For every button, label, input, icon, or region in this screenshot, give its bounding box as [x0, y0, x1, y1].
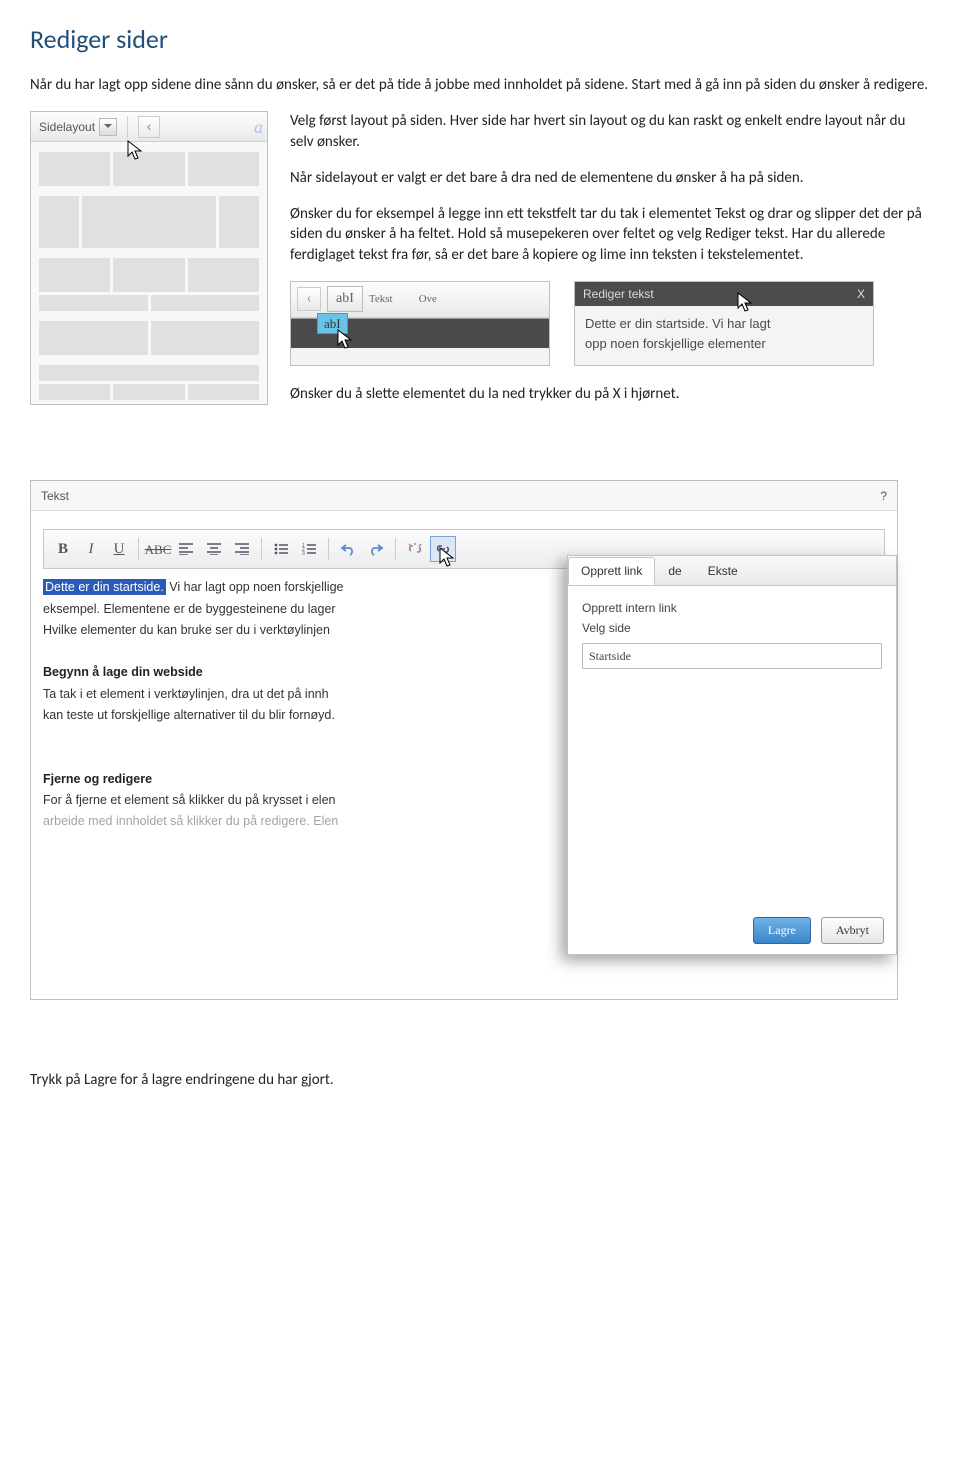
help-icon[interactable]: ?	[880, 488, 887, 504]
editor-title: Tekst	[41, 488, 69, 504]
intro-paragraph: Når du har lagt opp sidene dine sånn du …	[30, 75, 930, 95]
text-line: For å fjerne et element så klikker du på…	[43, 793, 336, 807]
close-icon[interactable]: X	[857, 286, 865, 302]
heading: Fjerne og redigere	[43, 772, 152, 786]
tab-ekstern[interactable]: Ekste	[695, 557, 751, 585]
page-title: Rediger sider	[30, 22, 930, 57]
element-label: Tekst	[369, 292, 393, 307]
mouse-cursor-icon	[737, 292, 755, 314]
footer-paragraph: Trykk på Lagre for å lagre endringene du…	[30, 1070, 930, 1090]
text-element-button[interactable]: abI	[327, 286, 363, 312]
bullet-list-icon[interactable]	[268, 536, 294, 562]
dropdown-icon[interactable]	[99, 118, 117, 136]
italic-button[interactable]: I	[78, 536, 104, 562]
strikethrough-button[interactable]: ABC	[145, 536, 171, 562]
cancel-button[interactable]: Avbryt	[821, 917, 884, 944]
align-center-icon[interactable]	[201, 536, 227, 562]
mouse-cursor-icon	[439, 547, 457, 569]
page-select[interactable]: Startside	[582, 643, 882, 669]
text-line-faded: arbeide med innholdet så klikker du på r…	[43, 814, 338, 828]
paragraph: Ønsker du for eksempel å legge inn ett t…	[290, 204, 930, 265]
text-editor-figure: Tekst ? B I U ABC 123 Dette	[30, 480, 898, 1000]
layout-option[interactable]	[39, 152, 259, 186]
element-label-partial: Ove	[419, 292, 437, 307]
text-line: kan teste ut forskjellige alternativer t…	[43, 708, 335, 722]
tab-opprett-link[interactable]: Opprett link	[568, 557, 655, 585]
element-drag-figure: ‹ abI Tekst Ove abI	[290, 281, 550, 366]
popup-label: Opprett intern link	[582, 600, 882, 616]
align-right-icon[interactable]	[229, 536, 255, 562]
redo-icon[interactable]	[363, 536, 389, 562]
layout-option[interactable]	[39, 365, 259, 400]
link-popup: Opprett link de Ekste Opprett intern lin…	[567, 555, 897, 955]
undo-icon[interactable]	[335, 536, 361, 562]
svg-text:3: 3	[302, 551, 305, 555]
nav-prev-icon[interactable]: ‹	[138, 116, 160, 138]
preview-line: Dette er din startside. Vi har lagt	[585, 316, 770, 331]
layout-option[interactable]	[39, 258, 259, 311]
paragraph: Når sidelayout er valgt er det bare å dr…	[290, 168, 930, 188]
partial-letter: a	[254, 115, 263, 139]
unlink-icon[interactable]	[402, 536, 428, 562]
bold-button[interactable]: B	[50, 536, 76, 562]
text-line: Vi har lagt opp noen forskjellige	[166, 580, 344, 594]
numbered-list-icon[interactable]: 123	[296, 536, 322, 562]
delete-note: Ønsker du å slette elementet du la ned t…	[290, 384, 930, 404]
layout-option[interactable]	[39, 321, 259, 355]
text-line: Ta tak i et element i verktøylinjen, dra…	[43, 687, 329, 701]
selected-text: Dette er din startside.	[43, 579, 166, 595]
paragraph: Velg først layout på siden. Hver side ha…	[290, 111, 930, 152]
link-icon[interactable]	[430, 536, 456, 562]
align-left-icon[interactable]	[173, 536, 199, 562]
sidelayout-label: Sidelayout	[39, 119, 95, 135]
text-line: eksempel. Elementene er de byggesteinene…	[43, 602, 336, 616]
popup-label: Velg side	[582, 620, 882, 636]
edit-text-figure: Rediger tekst X Dette er din startside. …	[574, 281, 874, 366]
save-button[interactable]: Lagre	[753, 917, 811, 944]
sidelayout-dropdown-figure: Sidelayout ‹ a	[30, 111, 268, 405]
heading: Begynn å lage din webside	[43, 665, 203, 679]
overlay-title[interactable]: Rediger tekst	[583, 286, 654, 302]
tab-partial[interactable]: de	[655, 557, 694, 585]
mouse-cursor-icon	[127, 140, 145, 162]
underline-button[interactable]: U	[106, 536, 132, 562]
mouse-cursor-icon	[337, 329, 355, 351]
preview-line: opp noen forskjellige elementer	[585, 336, 766, 351]
nav-prev-icon[interactable]: ‹	[297, 287, 321, 311]
layout-option[interactable]	[39, 196, 259, 248]
text-line: Hvilke elementer du kan bruke ser du i v…	[43, 623, 330, 637]
separator	[127, 116, 128, 138]
